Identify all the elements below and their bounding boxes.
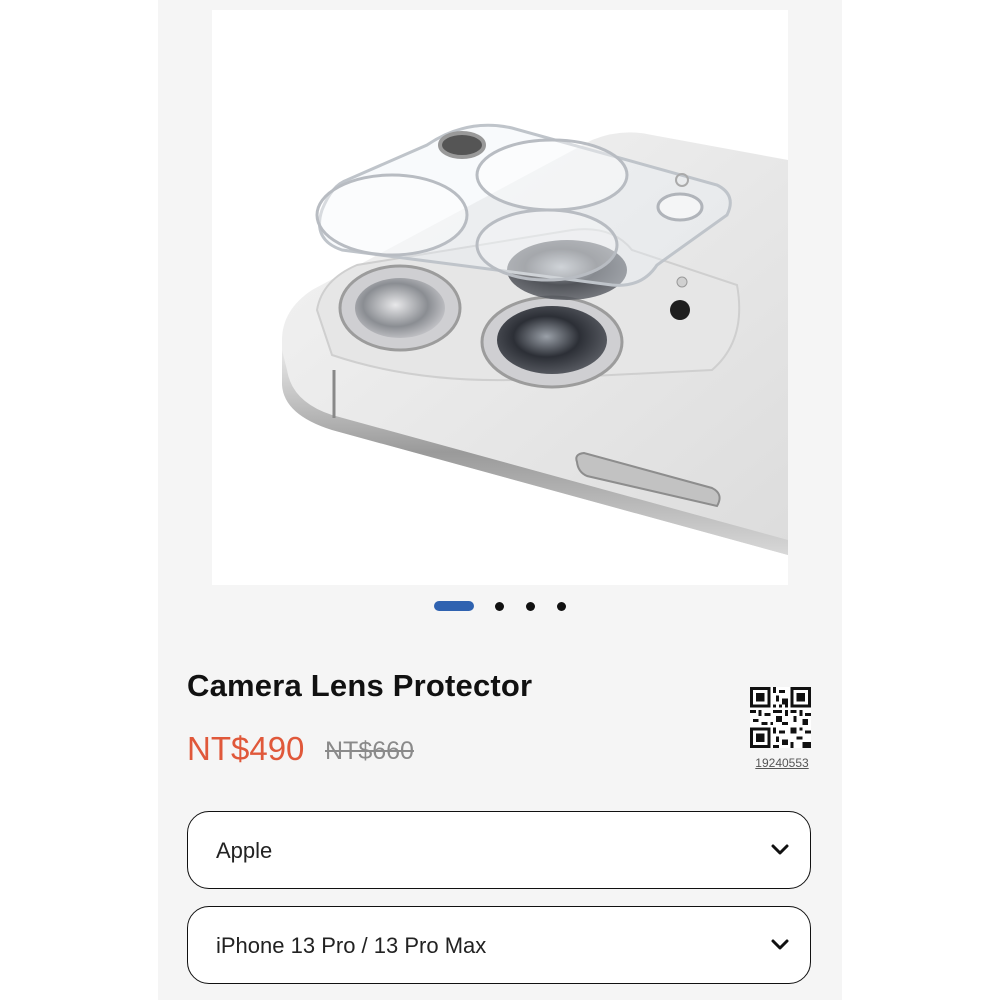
pagination-dot[interactable] <box>495 602 504 611</box>
image-pagination <box>0 598 1000 614</box>
qr-code-number[interactable]: 19240553 <box>750 756 814 770</box>
chevron-down-icon <box>771 939 789 950</box>
brand-select-value: Apple <box>216 838 273 863</box>
phone-lens-illustration <box>282 123 788 555</box>
pagination-dot[interactable] <box>557 602 566 611</box>
sale-price: NT$490 <box>187 730 305 767</box>
brand-select[interactable]: Apple <box>187 811 811 889</box>
qr-code-icon[interactable] <box>750 687 811 748</box>
product-image[interactable] <box>212 10 788 585</box>
original-price: NT$660 <box>325 737 414 765</box>
pagination-dot-active[interactable] <box>434 601 474 611</box>
model-select-value: iPhone 13 Pro / 13 Pro Max <box>216 933 487 958</box>
pagination-dot[interactable] <box>526 602 535 611</box>
product-title: Camera Lens Protector <box>187 668 533 703</box>
chevron-down-icon <box>771 844 789 855</box>
model-select[interactable]: iPhone 13 Pro / 13 Pro Max <box>187 906 811 984</box>
